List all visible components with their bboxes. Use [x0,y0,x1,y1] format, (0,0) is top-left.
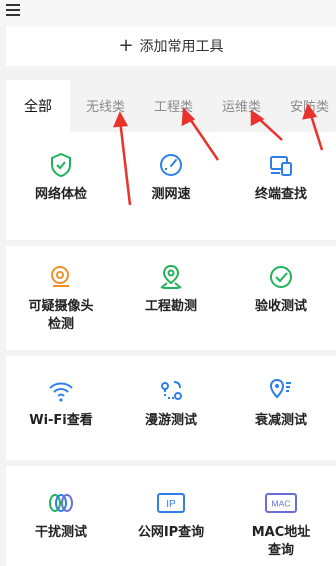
tool-network-check[interactable]: 网络体检 [6,152,116,204]
plus-icon: + [118,35,134,56]
tool-label: 干扰测试 [34,525,87,540]
rings-icon [49,494,73,512]
tab-engineering[interactable]: 工程类 [154,96,193,115]
speedometer-icon [160,154,182,176]
hamburger-menu-icon[interactable] [4,1,22,19]
tool-wifi-view[interactable]: Wi-Fi查看 [6,378,116,430]
tool-label: 终端查找 [254,187,307,202]
tool-interference-test[interactable]: 干扰测试 [6,490,116,542]
add-common-tools-label: 添加常用工具 [139,39,224,55]
tool-label: 漫游测试 [144,413,197,428]
tool-terminal-finder[interactable]: 终端查找 [226,152,336,204]
shield-check-icon [51,152,71,178]
tool-label: 可疑摄像头 检测 [28,299,94,332]
tool-attenuation-test[interactable]: 衰减测试 [226,378,336,430]
tool-acceptance-test[interactable]: 验收测试 [226,264,336,316]
tool-engineering-survey[interactable]: 工程勘测 [116,264,226,316]
tab-security[interactable]: 安防类 [290,96,329,115]
top-bar [0,0,336,26]
tool-label: 测网速 [151,187,191,202]
check-circle-icon [270,266,292,288]
tool-roaming-test[interactable]: 漫游测试 [116,378,226,430]
tool-label: 公网IP查询 [137,525,205,540]
ip-badge-text: IP [166,499,176,510]
tab-all[interactable]: 全部 [24,96,52,116]
tool-label: 工程勘测 [144,299,197,314]
add-common-tools-button[interactable]: + 添加常用工具 [6,26,336,66]
tab-wireless[interactable]: 无线类 [86,96,125,115]
tool-public-ip[interactable]: IP 公网IP查询 [116,490,226,542]
ip-icon: IP [157,493,185,513]
tool-label: Wi-Fi查看 [29,413,93,428]
camera-icon [51,266,69,287]
tab-operations[interactable]: 运维类 [222,96,261,115]
mac-badge-text: MAC [272,499,291,509]
tool-label: MAC地址 查询 [251,525,311,558]
tool-speed-test[interactable]: 测网速 [116,152,226,204]
wifi-icon [49,382,73,402]
map-pin-icon [160,264,182,289]
tool-label: 验收测试 [254,299,307,314]
roaming-icon [161,381,182,400]
tool-mac-lookup[interactable]: MAC MAC地址 查询 [226,490,336,560]
mac-icon: MAC [265,493,297,513]
tool-label: 衰减测试 [254,413,307,428]
devices-icon [270,156,292,176]
tool-suspicious-camera[interactable]: 可疑摄像头 检测 [6,264,116,334]
tool-label: 网络体检 [34,187,87,202]
signal-pin-icon [269,378,291,399]
category-tabs: 全部 无线类 工程类 运维类 安防类 [0,80,336,132]
